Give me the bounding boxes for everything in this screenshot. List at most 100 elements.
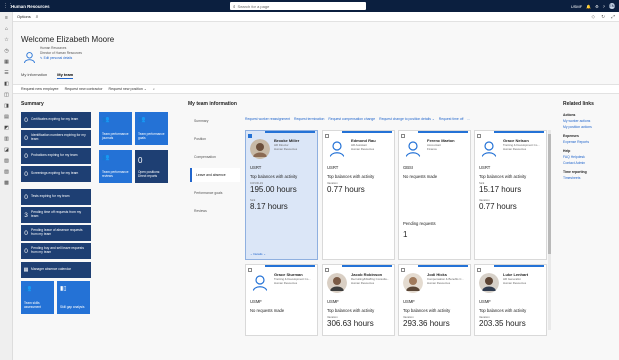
tab-my-information[interactable]: My information xyxy=(21,72,47,79)
card-checkbox[interactable] xyxy=(401,134,405,138)
expand-icon[interactable]: ⤢ xyxy=(611,14,615,19)
app-launcher-icon[interactable]: ⋮⋮ xyxy=(3,3,13,9)
request-position-change-link[interactable]: Request change to position details ⌄ xyxy=(379,117,435,121)
team-member-card[interactable]: Edmond Rau HR Assistant Human Resources U… xyxy=(322,130,395,260)
tile-count: 0 xyxy=(24,152,28,160)
summary-tile-buy-sell-leave[interactable]: 0 Pending buy and sell leave requests fro… xyxy=(21,243,91,259)
card-checkbox[interactable] xyxy=(325,134,329,138)
summary-tile-tests[interactable]: 0 Tests expiring for my team xyxy=(21,189,91,205)
options-search-icon[interactable]: ⌕ xyxy=(36,14,39,19)
request-time-off-link[interactable]: Request time off xyxy=(439,117,464,121)
people-icon: 👥 xyxy=(138,117,146,123)
module-icon-9[interactable]: ▨ xyxy=(0,166,13,177)
star-icon[interactable]: ☆ xyxy=(0,34,13,45)
list-icon[interactable]: ☰ xyxy=(0,67,13,78)
edit-personal-details-link[interactable]: ✎ Edit personal details xyxy=(40,56,82,61)
scrollbar-thumb[interactable] xyxy=(548,134,551,254)
faq-helpdesk-link[interactable]: FAQ Helpdesk xyxy=(563,155,619,159)
balance-value: 8.17 hours xyxy=(250,202,288,211)
action-search-icon[interactable]: ⌕ xyxy=(153,87,155,91)
module-icon-10[interactable]: ▩ xyxy=(0,177,13,188)
member-department: Human Resources xyxy=(351,146,375,151)
request-new-contractor-button[interactable]: Request new contractor xyxy=(65,87,103,91)
cards-scrollbar[interactable] xyxy=(548,130,551,330)
search-input[interactable]: ⌕ Search for a page xyxy=(230,2,366,10)
edit-personal-details-label: Edit personal details xyxy=(43,56,73,60)
module-icon-7[interactable]: ◪ xyxy=(0,144,13,155)
company-picker[interactable]: USMF xyxy=(571,4,582,9)
tile-team-performance-reviews[interactable]: 👥 Team performance reviews xyxy=(99,150,132,183)
clock-icon[interactable]: ◷ xyxy=(0,45,13,56)
more-links-button[interactable]: ... xyxy=(467,117,470,121)
menu-item-position[interactable]: Position xyxy=(190,130,240,148)
summary-tile-certificates[interactable]: 0 Certificates expiring for my team xyxy=(21,112,91,128)
timesheets-link[interactable]: Timesheets xyxy=(563,176,619,180)
request-termination-link[interactable]: Request termination xyxy=(294,117,324,121)
menu-item-leave-and-absence[interactable]: Leave and absence xyxy=(190,168,240,182)
people-icon: 👥 xyxy=(102,155,110,161)
contact-admin-link[interactable]: Contact Admin xyxy=(563,161,619,165)
summary-tile-screenings[interactable]: 0 Screenings expiring for my team xyxy=(21,166,91,182)
app-title[interactable]: Human Resources xyxy=(11,4,50,9)
module-icon-8[interactable]: ▧ xyxy=(0,155,13,166)
member-role: Training & Development Co... Human Resour… xyxy=(274,277,311,285)
card-checkbox[interactable] xyxy=(248,134,252,138)
my-worker-actions-link[interactable]: My worker actions xyxy=(563,119,619,123)
summary-tile-probations[interactable]: 0 Probations expiring for my team xyxy=(21,148,91,164)
avatar[interactable]: EM xyxy=(609,3,615,9)
request-compensation-change-link[interactable]: Request compensation change xyxy=(328,117,375,121)
team-member-card[interactable]: Ferenc Marton Accountant Finance GBSI No … xyxy=(398,130,471,260)
balances-title: Top balances with activity xyxy=(327,174,375,179)
tile-team-performance-goals[interactable]: 👥 Team performance goals xyxy=(135,112,168,145)
team-member-card[interactable]: Grace Sturman Training & Development Co.… xyxy=(245,264,318,336)
card-checkbox[interactable] xyxy=(325,268,329,272)
card-checkbox[interactable] xyxy=(401,268,405,272)
card-accent xyxy=(494,265,544,267)
module-icon-6[interactable]: ▥ xyxy=(0,133,13,144)
tile-team-performance-journals[interactable]: 👥 Team performance journals xyxy=(99,112,132,145)
help-icon[interactable]: ? xyxy=(603,4,605,9)
module-icon-2[interactable]: ◫ xyxy=(0,89,13,100)
menu-item-performance-goals[interactable]: Performance goals xyxy=(190,184,240,202)
link-icon[interactable]: ◇ xyxy=(592,14,595,20)
tile-open-positions[interactable]: 0 Open positions: Direct reports xyxy=(135,150,168,183)
summary-tile-absence-calendar[interactable]: ▦ Manager absence calendar xyxy=(21,262,91,278)
person-photo xyxy=(479,273,499,293)
team-member-card[interactable]: Brooke Miller HR Director Human Resources… xyxy=(245,130,318,260)
summary-tile-time-off[interactable]: 3 Pending time off requests from my team xyxy=(21,207,91,223)
tile-skill-gap-analysis[interactable]: ▮▯ Skill gap analysis xyxy=(57,281,90,314)
team-member-card[interactable]: Grace Nelson Training & Development Co..… xyxy=(474,130,547,260)
module-icon-5[interactable]: ◩ xyxy=(0,122,13,133)
person-placeholder-icon xyxy=(329,141,345,159)
bell-icon[interactable]: 🔔 xyxy=(586,4,591,9)
team-member-card[interactable]: Luke Lenhart HR Generalist Human Resource… xyxy=(474,264,547,336)
card-checkbox[interactable] xyxy=(477,134,481,138)
card-checkbox[interactable] xyxy=(248,268,252,272)
menu-item-reviews[interactable]: Reviews xyxy=(190,202,240,220)
gear-icon[interactable]: ⚙ xyxy=(595,4,599,9)
module-icon-4[interactable]: ▤ xyxy=(0,111,13,122)
summary-tile-identification[interactable]: 0 Identification numbers expiring for my … xyxy=(21,130,91,146)
workspace-icon[interactable]: ▦ xyxy=(0,56,13,67)
refresh-icon[interactable]: ↻ xyxy=(601,14,605,20)
menu-item-summary[interactable]: Summary xyxy=(190,112,240,130)
team-member-card[interactable]: Jodi Hicks Compensation & Benefits C... H… xyxy=(398,264,471,336)
member-department: Finance xyxy=(427,146,437,151)
team-member-card[interactable]: Jacob Robinson Recruiting&Staffing Consu… xyxy=(322,264,395,336)
module-icon-3[interactable]: ◨ xyxy=(0,100,13,111)
card-checkbox[interactable] xyxy=(477,268,481,272)
tile-team-skills-assessment[interactable]: 👥 Team skills assessment xyxy=(21,281,54,314)
request-worker-reassignment-link[interactable]: Request worker reassignment xyxy=(245,117,290,121)
request-new-employee-button[interactable]: Request new employee xyxy=(21,87,59,91)
options-menu[interactable]: Options xyxy=(17,14,31,19)
hamburger-icon[interactable]: ≡ xyxy=(0,12,13,23)
my-position-actions-link[interactable]: My position actions xyxy=(563,125,619,129)
summary-tile-leave-of-absence[interactable]: 0 Pending leave of absence requests from … xyxy=(21,225,91,241)
home-icon[interactable]: ⌂ xyxy=(0,23,13,34)
menu-item-compensation[interactable]: Compensation xyxy=(190,148,240,166)
tab-my-team[interactable]: My team xyxy=(57,72,74,79)
request-new-position-button[interactable]: Request new position ⌄ xyxy=(109,87,147,91)
details-toggle[interactable]: ⌄ Details ⌄ xyxy=(250,252,266,256)
expense-reports-link[interactable]: Expense Reports xyxy=(563,140,619,144)
module-icon-1[interactable]: ◧ xyxy=(0,78,13,89)
